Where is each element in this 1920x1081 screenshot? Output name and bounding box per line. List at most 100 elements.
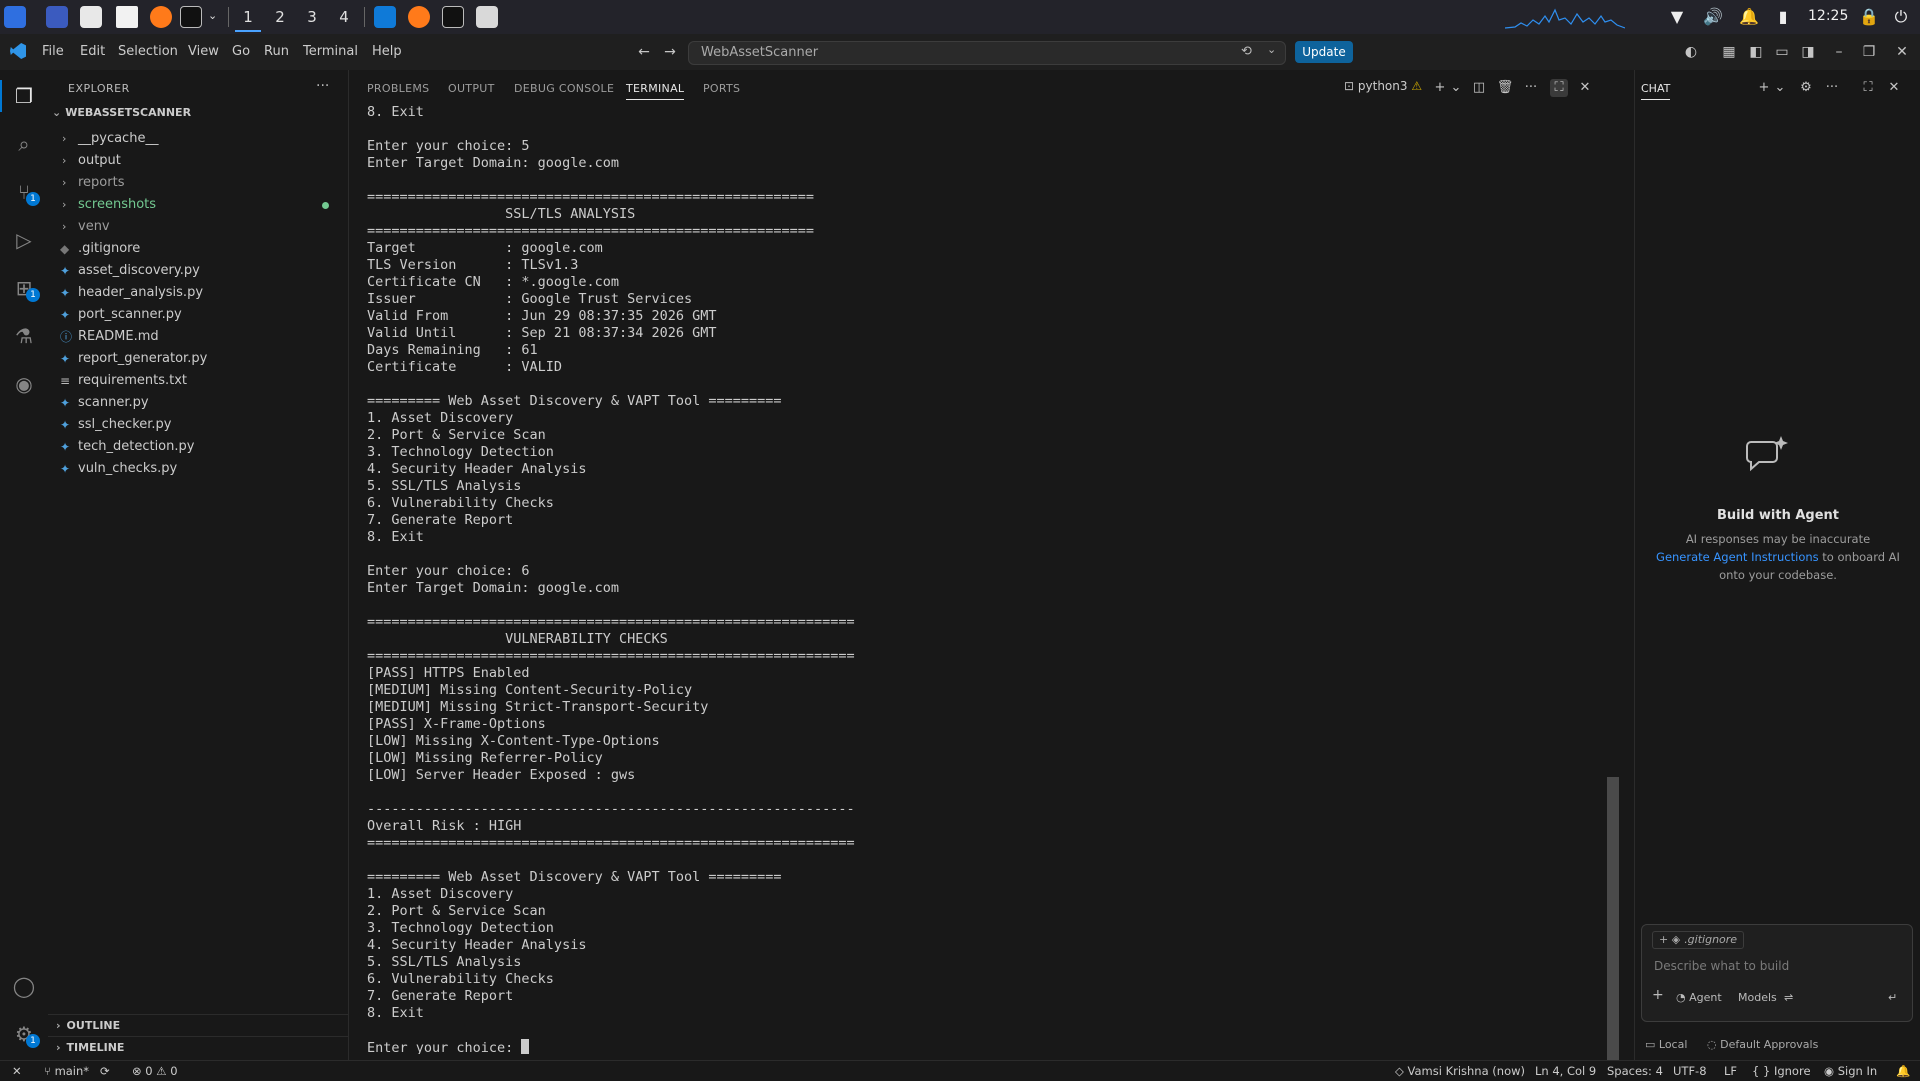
- sign-in[interactable]: ◉ Sign In: [1824, 1064, 1877, 1078]
- tree-file-readme[interactable]: ⓘ README.md: [48, 326, 348, 348]
- session-target-picker[interactable]: ▭ Local: [1645, 1038, 1687, 1051]
- terminal-instance-label[interactable]: ⊡ python3 ⚠: [1344, 79, 1422, 93]
- sync-icon[interactable]: ⟳: [100, 1064, 110, 1078]
- back-arrow-icon[interactable]: ←: [635, 43, 653, 61]
- file-manager-icon[interactable]: [80, 6, 102, 28]
- update-button[interactable]: Update: [1295, 41, 1353, 63]
- maximize-icon[interactable]: ⛶: [1859, 79, 1877, 97]
- chevron-down-icon[interactable]: ⌄: [208, 9, 217, 22]
- tree-file-gitignore[interactable]: ◆ .gitignore: [48, 238, 348, 260]
- power-icon[interactable]: ⏻: [1891, 7, 1911, 27]
- tree-folder-screenshots[interactable]: › screenshots: [48, 194, 348, 216]
- tools-icon[interactable]: ⇌: [1784, 991, 1793, 1004]
- terminal-scrollbar[interactable]: [1607, 777, 1619, 1060]
- more-actions-icon[interactable]: ···: [316, 78, 329, 94]
- toggle-panel-icon[interactable]: ▭: [1773, 43, 1791, 61]
- firefox-icon[interactable]: [150, 6, 172, 28]
- kill-terminal-icon[interactable]: 🗑: [1496, 79, 1514, 97]
- close-window-icon[interactable]: ✕: [1893, 43, 1911, 61]
- menu-selection[interactable]: Selection: [118, 44, 178, 59]
- approvals-picker[interactable]: ◌ Default Approvals: [1707, 1038, 1818, 1051]
- menu-terminal[interactable]: Terminal: [303, 44, 358, 59]
- firefox-taskbar-icon[interactable]: [408, 6, 430, 28]
- split-terminal-icon[interactable]: ◫: [1470, 79, 1488, 97]
- menu-view[interactable]: View: [188, 44, 219, 59]
- chevron-down-icon[interactable]: ⌄: [1267, 43, 1276, 56]
- end-of-line[interactable]: LF: [1724, 1064, 1737, 1078]
- clock[interactable]: 12:25: [1808, 8, 1848, 24]
- tree-file-ssl-checker[interactable]: ✦ ssl_checker.py: [48, 414, 348, 436]
- tree-file-scanner[interactable]: ✦ scanner.py: [48, 392, 348, 414]
- menu-edit[interactable]: Edit: [80, 44, 105, 59]
- tree-folder-venv[interactable]: › venv: [48, 216, 348, 238]
- tab-debug-console[interactable]: DEBUG CONSOLE: [514, 82, 614, 95]
- generate-instructions-link[interactable]: Generate Agent Instructions: [1656, 550, 1819, 564]
- command-center-search[interactable]: WebAssetScanner ⟲ ⌄: [688, 41, 1286, 65]
- maximize-panel-icon[interactable]: ⛶: [1550, 79, 1568, 97]
- terminal-output[interactable]: 8. Exit Enter your choice: 5 Enter Targe…: [367, 104, 1597, 1054]
- forward-arrow-icon[interactable]: →: [661, 43, 679, 61]
- chat-tab[interactable]: CHAT: [1641, 82, 1671, 100]
- timeline-section[interactable]: › TIMELINE: [48, 1036, 348, 1059]
- outline-section[interactable]: › OUTLINE: [48, 1014, 348, 1037]
- tab-problems[interactable]: PROBLEMS: [367, 82, 429, 95]
- more-actions-icon[interactable]: ···: [1823, 79, 1841, 97]
- tab-output[interactable]: OUTPUT: [448, 82, 495, 95]
- branch-indicator[interactable]: ⑂ main*: [44, 1064, 89, 1078]
- tree-folder-pycache[interactable]: › __pycache__: [48, 128, 348, 150]
- workspace-1[interactable]: 1: [235, 6, 261, 32]
- tree-file-header-analysis[interactable]: ✦ header_analysis.py: [48, 282, 348, 304]
- language-mode[interactable]: { } Ignore: [1752, 1064, 1811, 1078]
- customize-layout-icon[interactable]: ▦: [1720, 43, 1738, 61]
- tree-file-asset-discovery[interactable]: ✦ asset_discovery.py: [48, 260, 348, 282]
- battery-icon[interactable]: ▮: [1773, 7, 1793, 27]
- tree-file-port-scanner[interactable]: ✦ port_scanner.py: [48, 304, 348, 326]
- menu-file[interactable]: File: [42, 44, 64, 59]
- files-taskbar-icon[interactable]: [476, 6, 498, 28]
- close-panel-icon[interactable]: ✕: [1576, 79, 1594, 97]
- notifications-icon[interactable]: 🔔: [1739, 7, 1759, 27]
- settings-gear-icon[interactable]: ⚙: [1797, 79, 1815, 97]
- agent-mode-picker[interactable]: ◔ Agent: [1676, 991, 1722, 1004]
- tree-file-report-generator[interactable]: ✦ report_generator.py: [48, 348, 348, 370]
- problems-indicator[interactable]: ⊗ 0 ⚠ 0: [132, 1064, 178, 1078]
- manage-gear-icon[interactable]: ⚙ 1: [8, 1018, 40, 1050]
- chat-input[interactable]: [1652, 955, 1906, 977]
- terminal-taskbar-icon[interactable]: [442, 6, 464, 28]
- maximize-icon[interactable]: ❐: [1860, 43, 1878, 61]
- chevron-down-icon[interactable]: ⌄: [1447, 79, 1465, 97]
- tree-file-tech-detection[interactable]: ✦ tech_detection.py: [48, 436, 348, 458]
- wifi-icon[interactable]: ▼: [1667, 7, 1687, 27]
- tree-file-vuln-checks[interactable]: ✦ vuln_checks.py: [48, 458, 348, 480]
- text-editor-icon[interactable]: [116, 6, 138, 28]
- tree-file-requirements[interactable]: ≡ requirements.txt: [48, 370, 348, 392]
- menu-go[interactable]: Go: [232, 44, 250, 59]
- copilot-icon[interactable]: ⟲: [1241, 44, 1252, 59]
- vscode-taskbar-icon[interactable]: [374, 6, 396, 28]
- copilot-status-icon[interactable]: ◐: [1682, 43, 1700, 61]
- extensions-icon[interactable]: ⊞ 1: [8, 272, 40, 304]
- run-debug-icon[interactable]: ▷: [8, 224, 40, 256]
- workspace-4[interactable]: 4: [331, 6, 357, 30]
- account-icon[interactable]: ◯: [8, 970, 40, 1002]
- close-icon[interactable]: ✕: [1885, 79, 1903, 97]
- notifications-bell-icon[interactable]: 🔔: [1896, 1064, 1910, 1078]
- app-launcher-icon[interactable]: [4, 6, 26, 28]
- tab-terminal[interactable]: TERMINAL: [626, 82, 685, 100]
- terminal-app-icon[interactable]: [180, 6, 202, 28]
- workspace-folder-header[interactable]: ⌄ WEBASSETSCANNER: [52, 106, 191, 119]
- indentation[interactable]: Spaces: 4: [1607, 1064, 1663, 1078]
- toggle-primary-sidebar-icon[interactable]: ◧: [1747, 43, 1765, 61]
- desktop-icon[interactable]: [46, 6, 68, 28]
- workspace-3[interactable]: 3: [299, 6, 325, 30]
- menu-help[interactable]: Help: [372, 44, 402, 59]
- search-icon[interactable]: ⌕: [8, 128, 40, 160]
- tree-folder-output[interactable]: › output: [48, 150, 348, 172]
- remote-icon[interactable]: ✕: [12, 1064, 22, 1078]
- send-icon[interactable]: ↵: [1888, 991, 1897, 1004]
- context-file-chip[interactable]: + ◈ .gitignore: [1652, 931, 1745, 949]
- minimize-icon[interactable]: –: [1830, 43, 1848, 61]
- testing-icon[interactable]: ⚗: [8, 320, 40, 352]
- workspace-2[interactable]: 2: [267, 6, 293, 30]
- models-picker[interactable]: Models: [1738, 991, 1777, 1004]
